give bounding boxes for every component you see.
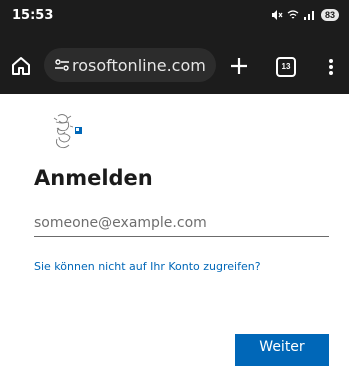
signal-icon	[303, 11, 314, 20]
account-access-help-link[interactable]: Sie können nicht auf Ihr Konto zugreifen…	[34, 260, 261, 273]
wifi-icon	[287, 10, 299, 19]
site-settings-icon[interactable]	[54, 57, 70, 73]
address-bar[interactable]: rosoftonline.com	[44, 48, 216, 82]
home-icon[interactable]	[10, 55, 32, 77]
status-icons: 83	[271, 8, 339, 22]
tab-switcher-button[interactable]: 13	[276, 57, 296, 77]
status-bar: 15:53 83	[0, 0, 349, 30]
browser-toolbar: 15:53 83 rosoftonline.com 13	[0, 0, 349, 94]
organization-logo	[53, 114, 82, 149]
page-title: Anmelden	[34, 166, 153, 190]
new-tab-icon[interactable]	[229, 56, 249, 76]
more-options-icon[interactable]	[328, 58, 334, 76]
battery-indicator: 83	[320, 9, 339, 21]
address-row: rosoftonline.com 13	[0, 48, 349, 84]
url-text[interactable]: rosoftonline.com	[72, 56, 206, 75]
email-input[interactable]	[34, 210, 329, 237]
mute-icon	[271, 10, 283, 20]
status-time: 15:53	[12, 8, 54, 23]
next-button[interactable]: Weiter	[235, 334, 329, 366]
